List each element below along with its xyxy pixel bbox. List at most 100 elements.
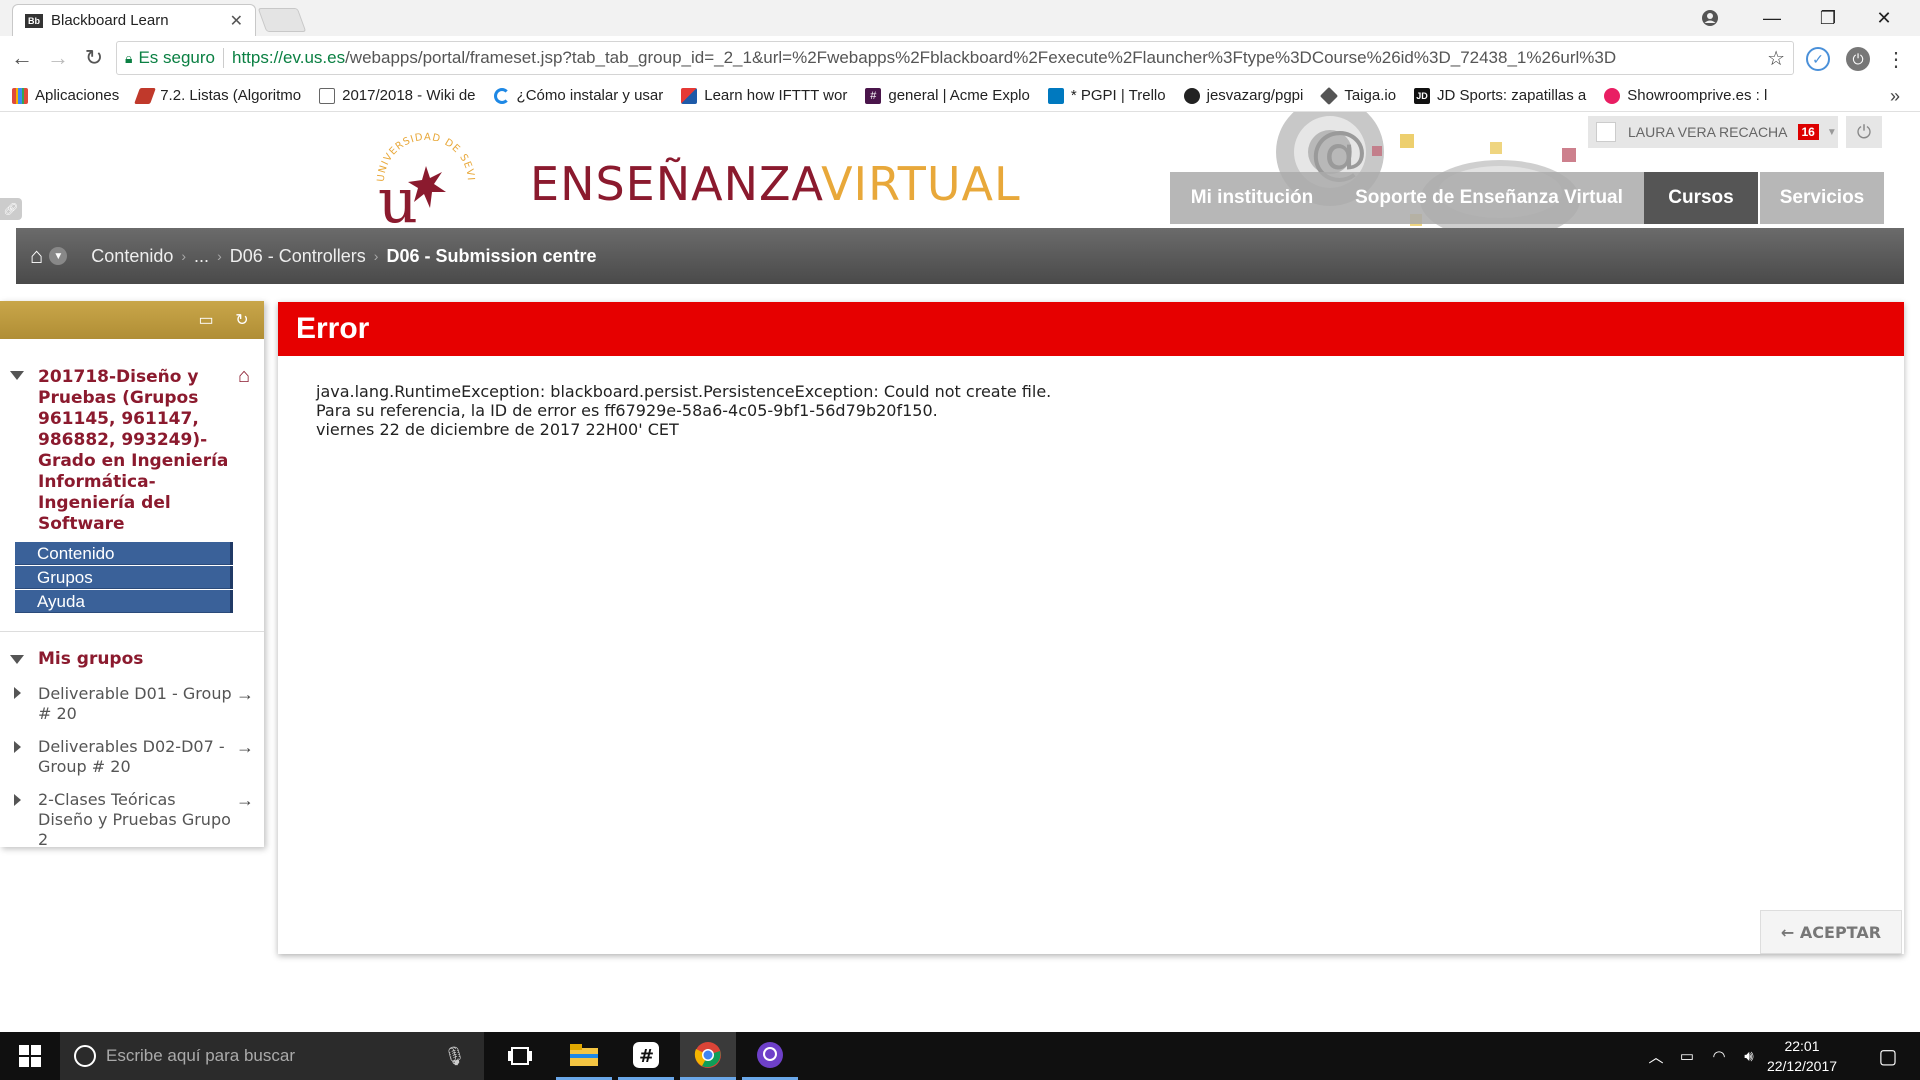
bookmark-label: JD Sports: zapatillas a (1437, 87, 1587, 104)
bookmark-item[interactable]: # general | Acme Explo (865, 87, 1030, 104)
bookmark-item[interactable]: ¿Cómo instalar y usar (493, 87, 663, 104)
course-link-grupos[interactable]: Grupos (15, 566, 233, 589)
taskbar-search[interactable]: Escribe aquí para buscar 🎙︎ (60, 1032, 484, 1080)
course-link-contenido[interactable]: Contenido (15, 542, 233, 565)
url-path: /webapps/portal/frameset.jsp?tab_tab_gro… (345, 48, 1617, 67)
page-icon (319, 87, 336, 104)
site-logo-text[interactable]: ENSEÑANZAVIRTUAL (530, 157, 1021, 211)
refresh-icon[interactable]: ↻ (232, 311, 252, 329)
profile-icon[interactable] (1684, 0, 1736, 36)
bookmark-item[interactable]: 2017/2018 - Wiki de (319, 87, 476, 104)
breadcrumb-item[interactable]: D06 - Controllers (230, 246, 366, 267)
battery-icon[interactable]: ▭ (1672, 1032, 1702, 1080)
breadcrumb-separator-icon: › (217, 248, 222, 264)
windows-start-icon[interactable] (0, 1032, 60, 1080)
tab-servicios[interactable]: Servicios (1760, 172, 1884, 224)
breadcrumb-item[interactable]: Contenido (91, 246, 173, 267)
browser-tab[interactable]: Bb Blackboard Learn ✕ (12, 4, 256, 36)
tab-soporte[interactable]: Soporte de Enseñanza Virtual (1334, 172, 1644, 224)
collapse-groups-icon[interactable] (10, 655, 24, 664)
breadcrumb: ⌂ ▼ Contenido › ... › D06 - Controllers … (16, 228, 1904, 284)
breadcrumb-item[interactable]: ... (194, 246, 209, 267)
error-line-reference: Para su referencia, la ID de error es ff… (316, 401, 938, 420)
chevron-down-icon: ▼ (1826, 126, 1837, 138)
file-explorer-icon[interactable] (556, 1032, 612, 1080)
group-item[interactable]: 2-Clases Teóricas Diseño y Pruebas Grupo… (38, 790, 234, 850)
extension-power-icon[interactable]: ⏻ (1846, 47, 1870, 71)
tab-cursos[interactable]: Cursos (1644, 172, 1758, 224)
accept-button[interactable]: ← ACEPTAR (1760, 910, 1902, 954)
minimize-icon[interactable]: — (1746, 0, 1798, 36)
bookmark-item[interactable]: Learn how IFTTT wor (681, 87, 847, 104)
site-header: UNIVERSIDAD DE SEVILLA u ENSEÑANZAVIRTUA… (0, 112, 1920, 237)
microphone-icon[interactable]: 🎙︎ (443, 1046, 466, 1067)
bookmark-item[interactable]: * PGPI | Trello (1047, 87, 1166, 104)
collapse-course-icon[interactable] (10, 371, 24, 380)
link-toggle-icon[interactable]: 🔗︎ (0, 198, 22, 220)
address-bar[interactable]: 🔒︎ Es seguro https://ev.us.es /webapps/p… (116, 41, 1794, 75)
taiga-icon (1320, 86, 1339, 105)
folder-view-icon[interactable]: ▭ (196, 311, 216, 329)
slack-app-icon[interactable]: # (618, 1032, 674, 1080)
bookmark-label: Learn how IFTTT wor (704, 87, 848, 104)
expand-group-icon[interactable] (14, 794, 21, 806)
bookmark-item[interactable]: Taiga.io (1320, 86, 1396, 105)
new-tab-button[interactable] (257, 8, 307, 32)
logout-power-icon[interactable]: ⏻ (1846, 116, 1882, 148)
university-seal-logo[interactable]: UNIVERSIDAD DE SEVILLA u (366, 114, 482, 237)
bookmark-item[interactable]: jesvazarg/pgpi (1183, 87, 1303, 104)
logo-ensenanza: ENSEÑANZA (530, 157, 822, 211)
bookmark-label: Showroomprive.es : l (1627, 87, 1768, 104)
error-title: Error (278, 302, 1904, 356)
bookmark-label: general | Acme Explo (888, 87, 1030, 104)
home-icon[interactable]: ⌂ (30, 243, 43, 269)
bookmark-item[interactable]: Showroomprive.es : l (1604, 87, 1767, 104)
arrow-right-icon[interactable]: → (236, 790, 254, 811)
chrome-app-icon[interactable] (680, 1032, 736, 1080)
close-window-icon[interactable]: ✕ (1858, 0, 1910, 36)
taskbar-clock[interactable]: 22:01 22/12/2017 (1764, 1036, 1840, 1076)
bookmark-item[interactable]: Aplicaciones (12, 87, 119, 104)
course-title[interactable]: 201718-Diseño y Pruebas (Grupos 961145, … (38, 367, 238, 535)
forward-arrow-icon[interactable]: → (42, 42, 74, 74)
taskbar-search-placeholder: Escribe aquí para buscar (106, 1046, 295, 1065)
wifi-icon[interactable]: ◠ (1704, 1032, 1734, 1080)
group-item[interactable]: Deliverable D01 - Group # 20 (38, 684, 234, 724)
bookmark-item[interactable]: 7.2. Listas (Algoritmo (134, 87, 301, 104)
expand-group-icon[interactable] (14, 741, 21, 753)
user-name: LAURA VERA RECACHA (1628, 124, 1788, 140)
reload-icon[interactable]: ↻ (78, 42, 110, 74)
bookmarks-overflow-icon[interactable]: » (1890, 86, 1900, 107)
course-link-ayuda[interactable]: Ayuda (15, 590, 233, 613)
restore-icon[interactable]: ❐ (1802, 0, 1854, 36)
arrow-right-icon[interactable]: → (236, 737, 254, 758)
tray-chevron-up-icon[interactable]: ︿ (1644, 1032, 1668, 1080)
volume-icon[interactable]: 🔊︎ (1734, 1032, 1764, 1080)
error-line-date: viernes 22 de diciembre de 2017 22H00' C… (316, 420, 679, 439)
course-home-icon[interactable]: ⌂ (238, 365, 250, 388)
expand-group-icon[interactable] (14, 687, 21, 699)
browser-tabstrip: Bb Blackboard Learn ✕ — ❐ ✕ (0, 0, 1920, 36)
tab-close-icon[interactable]: ✕ (230, 11, 243, 31)
user-menu[interactable]: LAURA VERA RECACHA 16 ▼ (1588, 116, 1838, 148)
course-menu: ▭ ↻ 201718-Diseño y Pruebas (Grupos 9611… (0, 301, 264, 850)
bookmark-label: Aplicaciones (35, 87, 120, 104)
home-menu-chevron-icon[interactable]: ▼ (49, 247, 68, 265)
group-item[interactable]: Deliverables D02-D07 - Group # 20 (38, 737, 234, 777)
chrome-menu-icon[interactable]: ⋮ (1884, 47, 1908, 71)
user-avatar-icon (1596, 122, 1616, 142)
clock-date: 22/12/2017 (1766, 1058, 1838, 1074)
tab-mi-institucion[interactable]: Mi institución (1170, 172, 1334, 224)
error-message: java.lang.RuntimeException: blackboard.p… (316, 382, 1051, 439)
task-view-icon[interactable] (492, 1032, 548, 1080)
github-app-icon[interactable] (742, 1032, 798, 1080)
bookmark-item[interactable]: JD JD Sports: zapatillas a (1414, 87, 1586, 104)
extension-clock-icon[interactable]: ✓ (1806, 47, 1830, 71)
action-center-icon[interactable]: ▢ (1864, 1032, 1912, 1080)
error-line-exception: java.lang.RuntimeException: blackboard.p… (316, 382, 1052, 401)
groups-title: Mis grupos (38, 649, 144, 669)
bookmark-star-icon[interactable]: ☆ (1767, 46, 1785, 71)
arrow-right-icon[interactable]: → (236, 684, 254, 705)
lock-icon: 🔒︎ (125, 49, 133, 66)
back-arrow-icon[interactable]: ← (6, 42, 38, 74)
